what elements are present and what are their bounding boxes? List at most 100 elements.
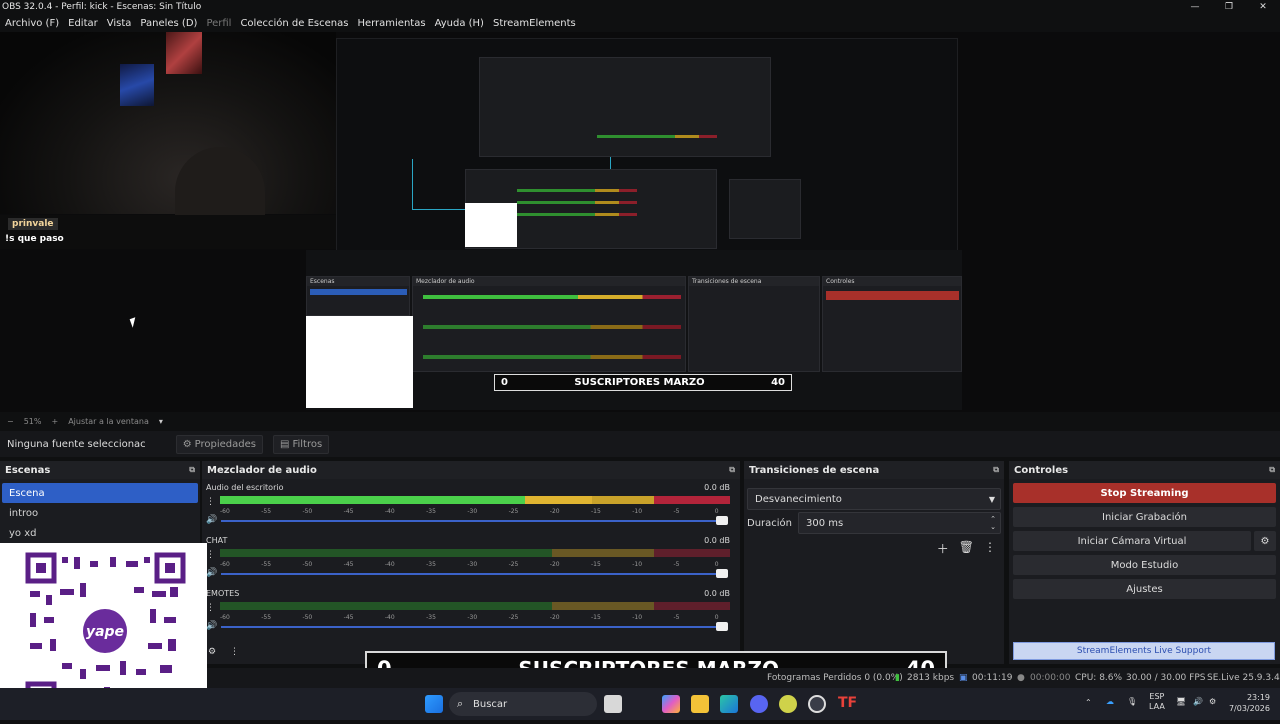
filters-button[interactable]: ▤ Filtros <box>272 434 330 454</box>
menu-archivo[interactable]: Archivo (F) <box>5 18 59 29</box>
windows-start-icon[interactable] <box>425 695 443 713</box>
popout-icon[interactable]: ⧉ <box>189 465 195 475</box>
meter-tick-label: 0 <box>714 508 719 515</box>
bitrate: 2813 kbps <box>907 673 955 683</box>
popout-icon[interactable]: ⧉ <box>1269 465 1275 475</box>
nested-meter <box>517 213 637 216</box>
volume-slider[interactable] <box>221 573 722 575</box>
menu-ayuda[interactable]: Ayuda (H) <box>435 18 484 29</box>
meter-tick-label: -25 <box>508 561 519 568</box>
speaker-icon[interactable]: 🔊 <box>206 621 217 631</box>
fit-window-select[interactable]: Ajustar a la ventana <box>68 417 149 426</box>
zoom-in-button[interactable]: + <box>51 417 58 426</box>
app-icon[interactable] <box>779 695 797 713</box>
clock[interactable]: 23:19 7/03/2026 <box>1226 692 1270 714</box>
edge-icon[interactable] <box>720 695 738 713</box>
meter-tick-label: -60 <box>220 561 230 568</box>
rec-time: 00:00:00 <box>1030 673 1071 683</box>
volume-knob[interactable] <box>716 569 728 578</box>
menu-perfil[interactable]: Perfil <box>206 18 231 29</box>
scene-item-escena[interactable]: Escena <box>2 483 198 503</box>
menu-paneles[interactable]: Paneles (D) <box>140 18 197 29</box>
transition-select[interactable]: Desvanecimiento ▼ <box>747 488 1001 510</box>
volume-knob[interactable] <box>716 622 728 631</box>
duration-value: 300 ms <box>806 517 844 529</box>
close-icon[interactable]: ✕ <box>1246 0 1280 14</box>
volume-knob[interactable] <box>716 516 728 525</box>
popout-icon[interactable]: ⧉ <box>993 465 999 475</box>
menu-streamelements[interactable]: StreamElements <box>493 18 576 29</box>
properties-button[interactable]: ⚙ Propiedades <box>175 434 263 454</box>
channel-menu-icon[interactable]: ⋮ <box>206 603 215 613</box>
task-view-icon[interactable] <box>604 695 622 713</box>
meter-tick-label: -5 <box>673 614 680 621</box>
meter-tick-label: -55 <box>261 561 272 568</box>
stop-streaming-button[interactable]: Stop Streaming <box>1013 483 1276 503</box>
scenes-header: Escenas ⧉ <box>0 461 200 479</box>
mixer-menu-icon[interactable]: ⋮ <box>230 647 239 657</box>
clock-time: 23:19 <box>1246 693 1270 702</box>
menu-herramientas[interactable]: Herramientas <box>357 18 425 29</box>
volume-icon[interactable]: 🔊 <box>1193 697 1203 706</box>
channel-menu-icon[interactable]: ⋮ <box>206 550 215 560</box>
meter-tick-label: -15 <box>591 508 601 515</box>
settings-button[interactable]: Ajustes <box>1013 579 1276 599</box>
discord-icon[interactable] <box>750 695 768 713</box>
transitions-dock: Transiciones de escena ⧉ Desvanecimiento ▼… <box>744 461 1004 664</box>
controls-title: Controles <box>1014 464 1069 476</box>
program-preview[interactable]: prinvale !s que paso Escenas Mezclador d… <box>0 32 1280 412</box>
virtual-camera-button[interactable]: Iniciar Cámara Virtual <box>1013 531 1251 551</box>
meter-tick-label: -30 <box>467 508 478 515</box>
duration-input[interactable]: 300 ms ⌃ ⌄ <box>798 512 1001 534</box>
volume-slider[interactable] <box>221 520 722 522</box>
volume-slider[interactable] <box>221 626 722 628</box>
mixer-settings-icon[interactable]: ⚙ <box>208 647 216 657</box>
start-recording-button[interactable]: Iniciar Grabación <box>1013 507 1276 527</box>
file-explorer-icon[interactable] <box>691 695 709 713</box>
meter-yellow-segment <box>551 602 654 610</box>
add-icon[interactable]: ＋ <box>937 540 949 557</box>
spinner-icon[interactable]: ⌃ ⌄ <box>990 515 996 531</box>
language-indicator[interactable]: ESP LAA <box>1149 692 1165 712</box>
trash-icon[interactable]: 🗑 <box>959 540 974 557</box>
gear-icon[interactable]: ⚙ <box>1254 531 1276 551</box>
filters-label: Filtros <box>292 438 323 450</box>
meter-tick-label: -55 <box>261 614 272 621</box>
meter-tick-label: 0 <box>714 561 719 568</box>
battery-icon[interactable]: ⚙ <box>1209 697 1216 706</box>
popout-icon[interactable]: ⧉ <box>729 465 735 475</box>
tf-icon[interactable]: TF <box>838 695 857 713</box>
minimize-icon[interactable]: — <box>1178 0 1212 14</box>
chevron-down-icon[interactable]: ▾ <box>159 417 163 426</box>
meter-ticks: -60 -55 -50 -45 -40 -35 -30 -25 -20 -15 -10 -5 0 <box>220 508 730 516</box>
copilot-icon[interactable] <box>662 695 680 713</box>
menu-editar[interactable]: Editar <box>68 18 98 29</box>
chevron-up-icon[interactable]: ⌃ <box>1085 698 1092 707</box>
meter-tick-label: 0 <box>714 614 719 621</box>
rec-icon: ● <box>1017 673 1025 683</box>
fps: 30.00 / 30.00 FPS <box>1126 673 1206 683</box>
nested-qr <box>465 203 517 247</box>
menu-coleccion-escenas[interactable]: Colección de Escenas <box>240 18 348 29</box>
speaker-icon[interactable]: 🔊 <box>206 515 217 525</box>
volume-meter <box>220 600 730 614</box>
studio-mode-button[interactable]: Modo Estudio <box>1013 555 1276 575</box>
meter-tick-label: -15 <box>591 561 601 568</box>
speaker-icon[interactable]: 🔊 <box>206 568 217 578</box>
menu-vista[interactable]: Vista <box>107 18 132 29</box>
zoom-out-button[interactable]: − <box>7 417 14 426</box>
scene-item-yo-xd[interactable]: yo xd <box>2 523 198 543</box>
microphone-icon[interactable]: 🎙 <box>1127 697 1137 706</box>
obs-icon[interactable] <box>808 695 826 713</box>
onedrive-icon[interactable]: ☁ <box>1106 697 1114 706</box>
maximize-icon[interactable]: ❐ <box>1212 0 1246 14</box>
taskbar-search[interactable]: ⌕ Buscar <box>449 692 597 716</box>
chat-username: prinvale <box>8 218 58 230</box>
se-live-support-button[interactable]: StreamElements Live Support <box>1013 642 1275 660</box>
scene-item-introo[interactable]: introo <box>2 503 198 523</box>
network-icon[interactable]: 🖥 <box>1176 697 1186 706</box>
channel-menu-icon[interactable]: ⋮ <box>206 497 215 507</box>
nested-scenes: Escenas <box>306 276 410 316</box>
properties-label: Propiedades <box>194 438 256 450</box>
more-icon[interactable]: ⋮ <box>984 540 996 557</box>
